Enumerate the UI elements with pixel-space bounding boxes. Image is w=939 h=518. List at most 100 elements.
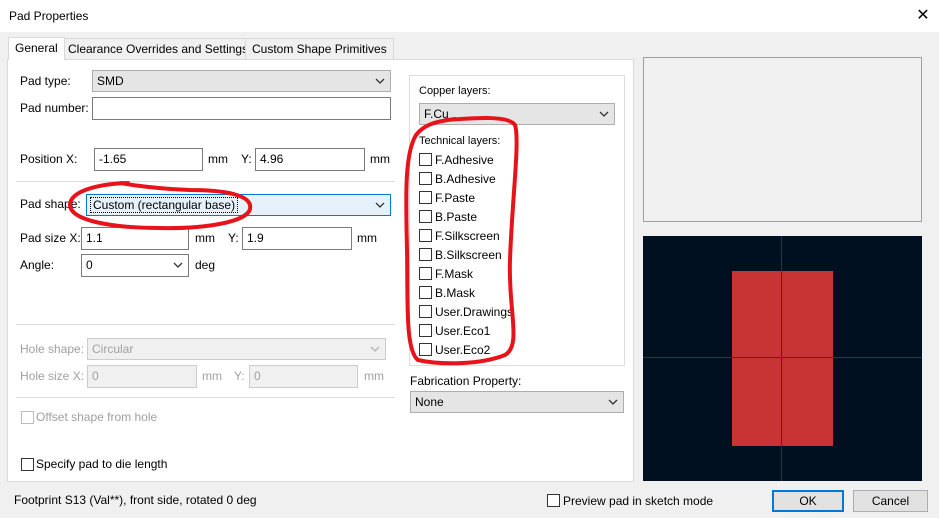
pad-shape-preview [732, 271, 833, 446]
layer-row-b-mask[interactable]: B.Mask [419, 285, 619, 304]
layer-label: B.Mask [435, 286, 476, 300]
layer-row-f-paste[interactable]: F.Paste [419, 190, 619, 209]
pad-type-value: SMD [97, 74, 124, 88]
ok-button[interactable]: OK [772, 490, 844, 512]
pad-size-y-unit: mm [357, 231, 377, 245]
pad-size-y-label: Y: [228, 231, 239, 245]
chevron-down-icon [370, 346, 380, 352]
layer-row-f-mask[interactable]: F.Mask [419, 266, 619, 285]
pad-size-x-unit: mm [195, 231, 215, 245]
position-y-unit: mm [370, 152, 390, 166]
position-y-input[interactable]: 4.96 [255, 148, 365, 171]
chevron-down-icon [375, 202, 385, 208]
fabrication-property-select[interactable]: None [410, 391, 624, 413]
crosshair-horizontal [643, 357, 922, 358]
hole-size-x-unit: mm [202, 369, 222, 383]
offset-shape-label: Offset shape from hole [36, 410, 158, 424]
preview-sketch-checkbox[interactable] [547, 494, 560, 507]
hole-shape-value: Circular [92, 342, 134, 356]
pad-shape-select[interactable]: Custom (rectangular base) [86, 194, 391, 216]
checkbox[interactable] [419, 324, 432, 337]
fabrication-property-value: None [415, 395, 444, 409]
layer-label: User.Eco2 [435, 343, 491, 357]
layer-row-b-adhesive[interactable]: B.Adhesive [419, 171, 619, 190]
hole-size-x-label: Hole size X: [20, 369, 85, 383]
pad-type-select[interactable]: SMD [92, 70, 391, 92]
layer-row-user-drawings[interactable]: User.Drawings [419, 304, 619, 323]
crosshair-vertical [781, 236, 782, 481]
layer-row-f-silkscreen[interactable]: F.Silkscreen [419, 228, 619, 247]
angle-combo[interactable]: 0 [81, 254, 189, 277]
layer-label: F.Mask [435, 267, 474, 281]
hole-size-y-label: Y: [234, 369, 245, 383]
layer-label: User.Drawings [435, 305, 514, 319]
footprint-status-text: Footprint S13 (Val**), front side, rotat… [14, 493, 257, 507]
cancel-button[interactable]: Cancel [853, 490, 928, 512]
chevron-down-icon [375, 78, 385, 84]
checkbox[interactable] [419, 305, 432, 318]
pad-preview-canvas[interactable] [643, 236, 922, 481]
close-icon[interactable]: ✕ [913, 6, 933, 26]
pad-size-x-input[interactable]: 1.1 [81, 227, 189, 250]
checkbox[interactable] [419, 248, 432, 261]
copper-layers-value: F.Cu [424, 107, 449, 121]
title-bar: Pad Properties ✕ [0, 0, 939, 32]
die-length-checkbox[interactable] [21, 458, 34, 471]
position-x-unit: mm [208, 152, 228, 166]
copper-layers-select[interactable]: F.Cu [419, 103, 615, 125]
angle-label: Angle: [20, 258, 55, 272]
checkbox[interactable] [419, 210, 432, 223]
layer-row-b-silkscreen[interactable]: B.Silkscreen [419, 247, 619, 266]
separator [16, 324, 395, 325]
layer-row-user-eco2[interactable]: User.Eco2 [419, 342, 619, 361]
hole-size-y-input[interactable]: 0 [249, 365, 358, 388]
layer-label: User.Eco1 [435, 324, 491, 338]
copper-layers-label: Copper layers: [419, 85, 491, 97]
pad-number-label: Pad number: [20, 101, 89, 115]
technical-layers-label: Technical layers: [419, 135, 501, 147]
pad-shape-label: Pad shape: [20, 197, 81, 211]
layer-label: F.Paste [435, 191, 476, 205]
offset-shape-checkbox[interactable] [21, 411, 34, 424]
chevron-down-icon [608, 399, 618, 405]
position-y-label: Y: [241, 152, 252, 166]
layer-label: F.Silkscreen [435, 229, 500, 243]
preview-panel-empty [643, 57, 922, 222]
pad-size-y-input[interactable]: 1.9 [242, 227, 352, 250]
layer-label: F.Adhesive [435, 153, 494, 167]
checkbox[interactable] [419, 286, 432, 299]
pad-number-input[interactable] [92, 97, 391, 120]
position-x-label: Position X: [20, 152, 78, 166]
tab-general[interactable]: General [8, 37, 65, 60]
layer-label: B.Silkscreen [435, 248, 502, 262]
preview-sketch-label: Preview pad in sketch mode [563, 494, 714, 508]
angle-value: 0 [86, 258, 93, 272]
layer-row-user-eco1[interactable]: User.Eco1 [419, 323, 619, 342]
position-x-input[interactable]: -1.65 [94, 148, 203, 171]
pad-size-x-label: Pad size X: [20, 231, 81, 245]
checkbox[interactable] [419, 343, 432, 356]
separator [16, 181, 395, 182]
layer-label: B.Adhesive [435, 172, 496, 186]
checkbox[interactable] [419, 172, 432, 185]
hole-shape-select[interactable]: Circular [87, 338, 386, 360]
hole-size-y-unit: mm [364, 369, 384, 383]
checkbox[interactable] [419, 191, 432, 204]
chevron-down-icon [173, 262, 183, 268]
pad-shape-value: Custom (rectangular base) [89, 197, 239, 213]
layer-row-f-adhesive[interactable]: F.Adhesive [419, 152, 619, 171]
fabrication-property-label: Fabrication Property: [410, 374, 522, 388]
hole-shape-label: Hole shape: [20, 342, 85, 356]
separator [16, 397, 395, 398]
chevron-down-icon [599, 111, 609, 117]
pad-type-label: Pad type: [20, 74, 71, 88]
checkbox[interactable] [419, 229, 432, 242]
layer-label: B.Paste [435, 210, 478, 224]
checkbox[interactable] [419, 267, 432, 280]
tab-custom-shape-primitives[interactable]: Custom Shape Primitives [245, 38, 394, 59]
checkbox[interactable] [419, 153, 432, 166]
die-length-label: Specify pad to die length [36, 457, 168, 471]
hole-size-x-input[interactable]: 0 [87, 365, 197, 388]
tab-clearance-overrides[interactable]: Clearance Overrides and Settings [61, 38, 256, 59]
layer-row-b-paste[interactable]: B.Paste [419, 209, 619, 228]
